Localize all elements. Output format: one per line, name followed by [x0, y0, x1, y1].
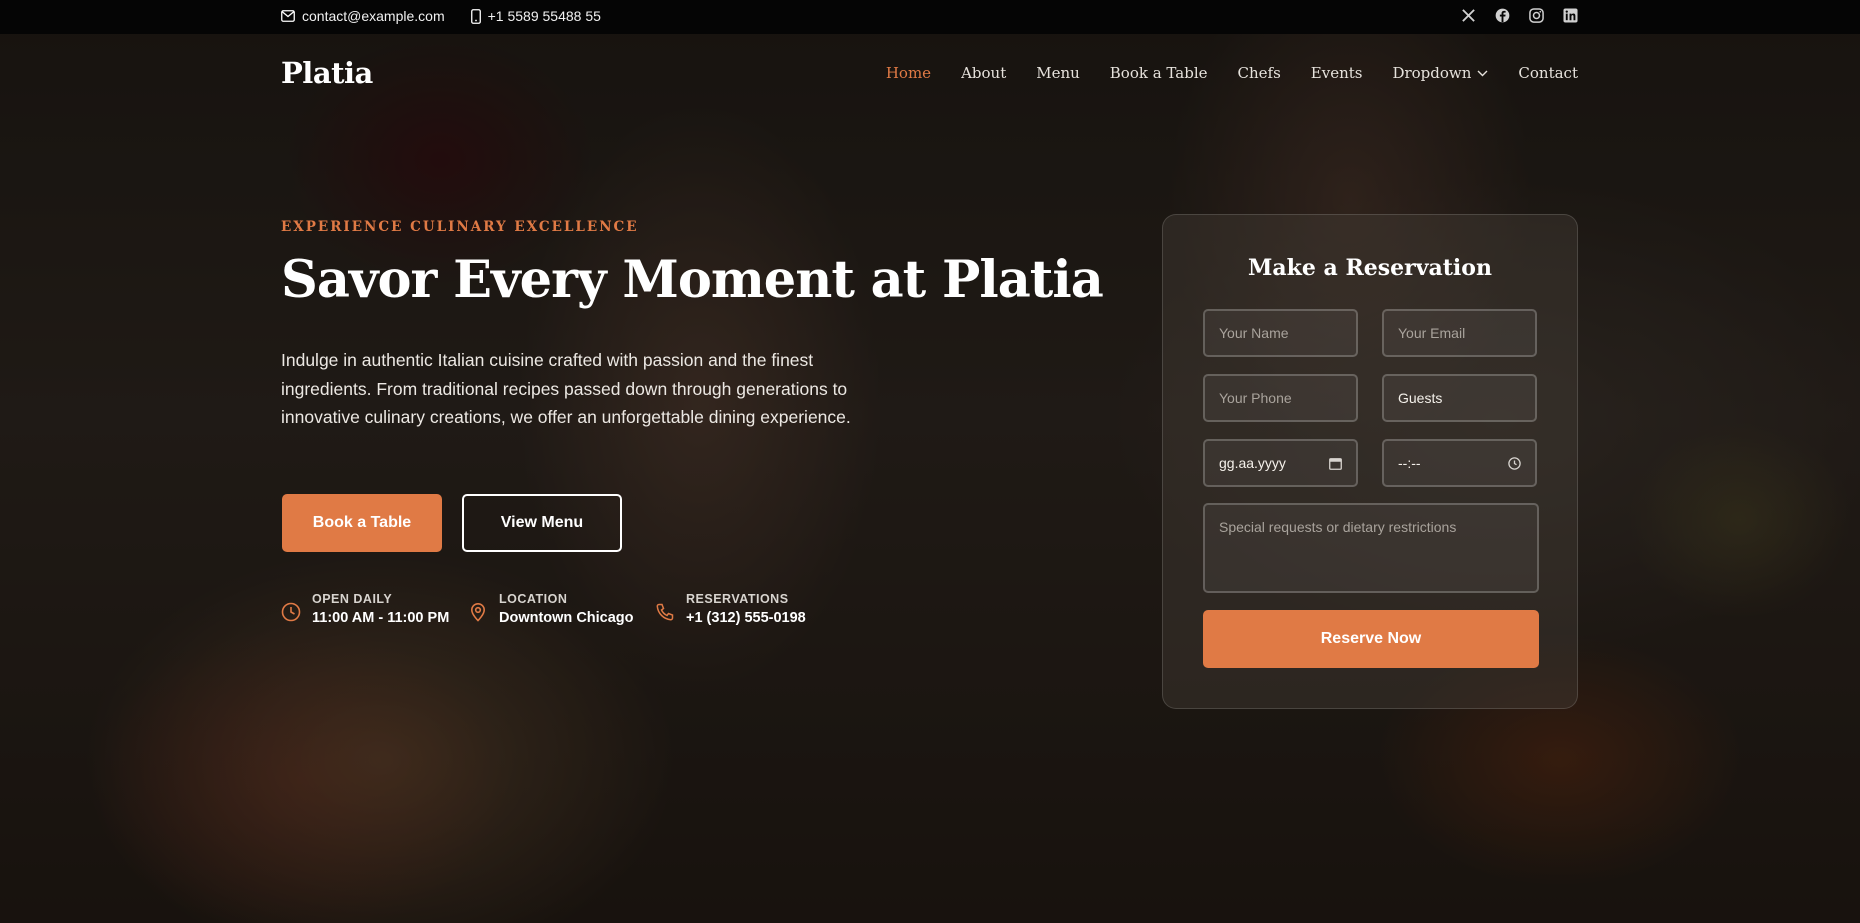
guests-select[interactable]: Guests [1382, 374, 1537, 422]
chevron-down-icon [1477, 70, 1488, 76]
clock-icon [281, 602, 301, 622]
time-value: --:-- [1398, 455, 1421, 471]
reservation-form: Make a Reservation Your Name Your Email … [1162, 214, 1578, 709]
time-input[interactable]: --:-- [1382, 439, 1537, 487]
nav-item-dropdown-label: Dropdown [1392, 64, 1472, 82]
mobile-phone-icon [470, 8, 481, 24]
date-input[interactable]: gg.aa.yyyy [1203, 439, 1358, 487]
info-label: LOCATION [499, 592, 568, 606]
name-placeholder: Your Name [1219, 325, 1289, 341]
info-reservations: RESERVATIONS +1 (312) 555-0198 [655, 592, 806, 626]
site-logo[interactable]: Platia [281, 56, 373, 90]
info-label: OPEN DAILY [312, 592, 393, 606]
linkedin-icon[interactable] [1562, 7, 1578, 23]
nav-item-dropdown[interactable]: Dropdown [1392, 64, 1488, 82]
reserve-now-button[interactable]: Reserve Now [1203, 610, 1539, 668]
nav-item-about[interactable]: About [961, 64, 1006, 82]
instagram-icon[interactable] [1528, 7, 1544, 23]
book-a-table-button[interactable]: Book a Table [282, 494, 442, 552]
topbar-email[interactable]: contact@example.com [281, 8, 445, 24]
phone-placeholder: Your Phone [1219, 390, 1292, 406]
topbar: contact@example.com +1 5589 55488 55 [0, 0, 1860, 34]
topbar-email-text: contact@example.com [302, 8, 445, 24]
info-location: LOCATION Downtown Chicago [468, 592, 634, 626]
topbar-phone-text: +1 5589 55488 55 [487, 8, 601, 24]
map-pin-icon [470, 603, 486, 622]
nav-item-menu[interactable]: Menu [1036, 64, 1080, 82]
facebook-icon[interactable] [1494, 7, 1510, 23]
date-value: gg.aa.yyyy [1219, 455, 1286, 471]
hero-description: Indulge in authentic Italian cuisine cra… [281, 350, 851, 427]
calendar-icon[interactable] [1329, 457, 1342, 470]
main-nav: Home About Menu Book a Table Chefs Event… [886, 64, 1578, 82]
envelope-icon [281, 10, 295, 22]
topbar-contact: contact@example.com +1 5589 55488 55 [281, 8, 601, 24]
hero-eyebrow: EXPERIENCE CULINARY EXCELLENCE [281, 219, 639, 235]
hero-title: Savor Every Moment at Platia [281, 250, 1104, 310]
guests-value: Guests [1398, 390, 1443, 406]
info-value: 11:00 AM - 11:00 PM [312, 610, 450, 626]
name-input[interactable]: Your Name [1203, 309, 1358, 357]
nav-item-events[interactable]: Events [1311, 64, 1363, 82]
phone-input[interactable]: Your Phone [1203, 374, 1358, 422]
info-open-daily: OPEN DAILY 11:00 AM - 11:00 PM [281, 592, 449, 626]
info-value: Downtown Chicago [499, 610, 634, 626]
nav-item-chefs[interactable]: Chefs [1238, 64, 1281, 82]
phone-icon [656, 603, 674, 621]
nav-item-home[interactable]: Home [886, 64, 931, 82]
nav-item-contact[interactable]: Contact [1518, 64, 1578, 82]
info-label: RESERVATIONS [686, 592, 789, 606]
clock-icon[interactable] [1508, 456, 1521, 470]
topbar-phone[interactable]: +1 5589 55488 55 [470, 8, 601, 24]
special-requests-textarea[interactable]: Special requests or dietary restrictions [1203, 503, 1539, 593]
view-menu-button[interactable]: View Menu [462, 494, 622, 552]
email-placeholder: Your Email [1398, 325, 1466, 341]
info-value[interactable]: +1 (312) 555-0198 [686, 610, 806, 626]
hero-overlay [0, 0, 1860, 923]
email-input[interactable]: Your Email [1382, 309, 1537, 357]
social-links [1460, 7, 1578, 23]
reservation-title: Make a Reservation [1248, 255, 1492, 281]
special-requests-placeholder: Special requests or dietary restrictions [1219, 519, 1457, 535]
x-icon[interactable] [1460, 7, 1476, 23]
nav-item-book-a-table[interactable]: Book a Table [1110, 64, 1208, 82]
